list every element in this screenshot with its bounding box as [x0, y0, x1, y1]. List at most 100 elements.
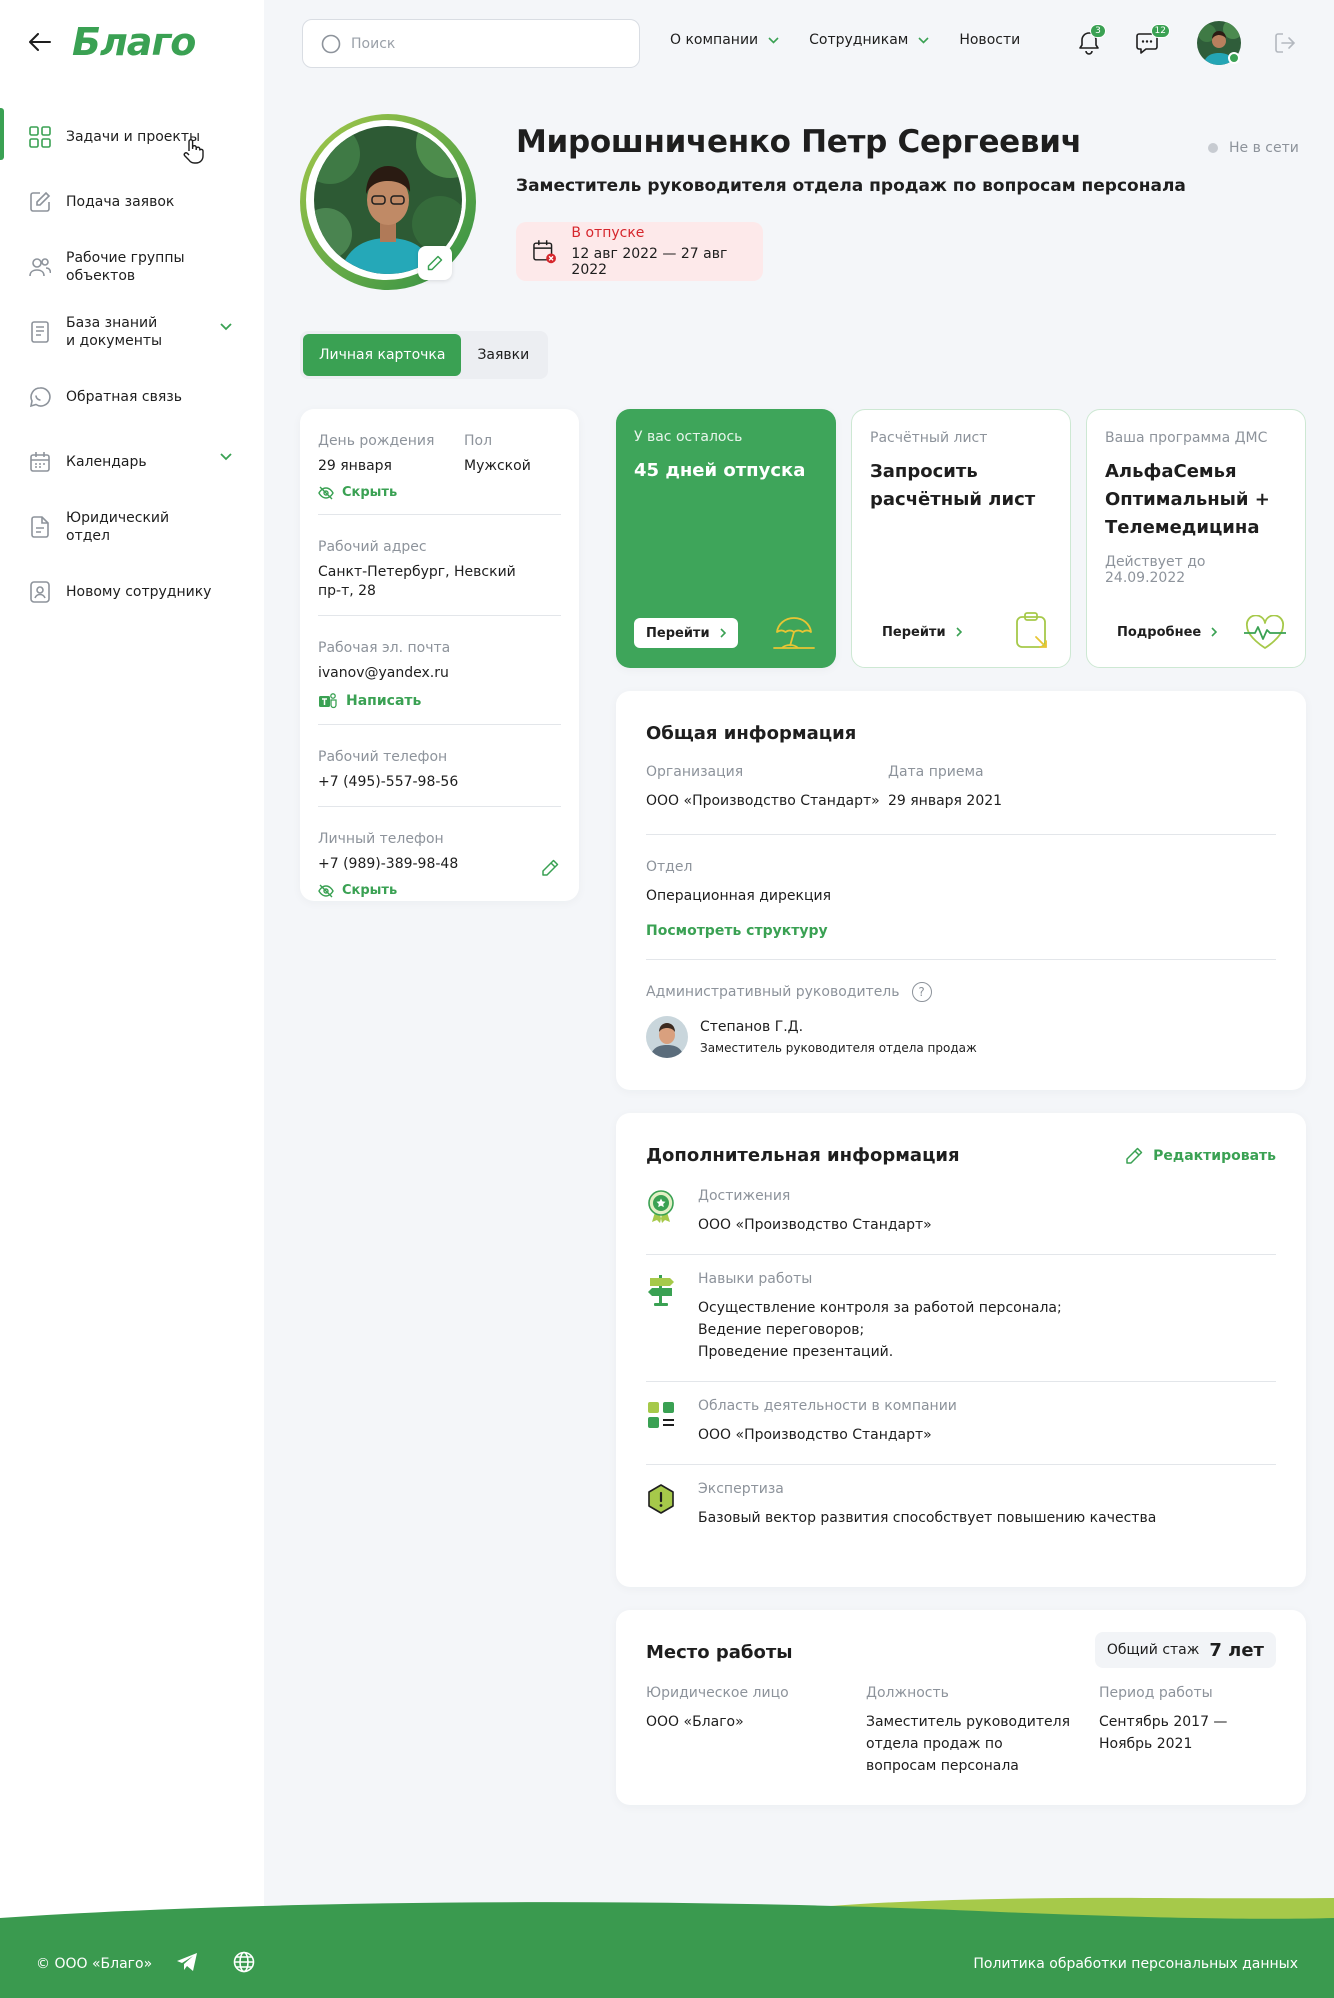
edit-note-icon [28, 190, 52, 214]
globe-icon[interactable] [233, 1951, 255, 1973]
contact-card: День рождения 29 января Скрыть Пол Мужск… [300, 409, 579, 901]
presence-status: Не в сети [1208, 140, 1299, 156]
nav-employees[interactable]: Сотрудникам [809, 32, 929, 48]
chevron-down-icon [768, 36, 779, 44]
chevron-right-icon [956, 627, 962, 637]
sidebar-item-knowledge-base[interactable]: База знаний и документы [0, 299, 264, 364]
hide-phone-link[interactable]: Скрыть [318, 883, 561, 898]
sidebar-item-tasks[interactable]: Задачи и проекты [0, 104, 264, 169]
search-input[interactable] [351, 35, 621, 52]
address-label: Рабочий адрес [318, 539, 427, 555]
tab-requests[interactable]: Заявки [461, 334, 545, 376]
nav-label: Новости [959, 32, 1021, 48]
messages-button[interactable]: 12 [1130, 24, 1170, 60]
workplace-section: Место работы Общий стаж 7 лет Юридическо… [616, 1610, 1306, 1805]
vacation-dates: 12 авг 2022 — 27 авг 2022 [571, 246, 728, 278]
sidebar-item-label: Календарь [66, 453, 147, 470]
row-label: Навыки работы [698, 1271, 813, 1287]
sidebar-item-work-groups[interactable]: Рабочие группы объектов [0, 234, 264, 299]
sidebar-item-legal[interactable]: Юридический отдел [0, 494, 264, 559]
address-row: Рабочий адрес Санкт-Петербург, Невский п… [318, 515, 561, 616]
hand-cursor-icon [183, 139, 204, 164]
hide-label: Скрыть [342, 883, 398, 898]
logout-button[interactable] [1268, 26, 1302, 60]
write-email-link[interactable]: Написать [318, 692, 561, 710]
legal-doc-icon [28, 515, 52, 539]
nav-about[interactable]: О компании [670, 32, 779, 48]
chevron-right-icon [720, 628, 726, 638]
work-phone-label: Рабочий телефон [318, 749, 448, 765]
online-indicator [1228, 52, 1240, 64]
signpost-icon [648, 1275, 674, 1306]
sidebar-item-requests[interactable]: Подача заявок [0, 169, 264, 234]
calendar-icon [28, 450, 52, 474]
role-value: Заместитель руководителя отдела продаж п… [866, 1714, 1071, 1774]
profile-tabs: Личная карточка Заявки [300, 331, 549, 379]
notifications-button[interactable]: 3 [1072, 24, 1106, 60]
teams-icon [319, 693, 337, 709]
entity-label: Юридическое лицо [646, 1685, 789, 1701]
experience-value: 7 лет [1209, 1639, 1264, 1661]
org-row: Организация ООО «Производство Стандарт» … [646, 764, 1276, 834]
details-button[interactable]: Подробнее [1105, 617, 1230, 647]
sidebar-item-label: Рабочие группы объектов [66, 249, 185, 284]
document-icon [28, 320, 52, 344]
manager-card[interactable]: Степанов Г.Д. Заместитель руководителя о… [646, 1016, 1276, 1058]
chevron-down-icon[interactable] [220, 323, 232, 331]
row-value: Базовый вектор развития способствует пов… [698, 1510, 1157, 1526]
manager-label: Административный руководитель [646, 984, 900, 1000]
edit-button[interactable]: Редактировать [1125, 1147, 1276, 1165]
go-button[interactable]: Перейти [870, 617, 974, 647]
status-dot [1208, 143, 1218, 153]
hire-date-value: 29 января 2021 [888, 793, 1003, 809]
nav-news[interactable]: Новости [959, 32, 1020, 48]
sidebar-item-new-employee[interactable]: Новому сотруднику [0, 559, 264, 624]
card-label: Ваша программа ДМС [1105, 430, 1268, 446]
dept-value: Операционная дирекция [646, 888, 831, 904]
sidebar-item-label: Юридический отдел [66, 509, 170, 544]
eye-off-icon [318, 884, 334, 897]
chevron-down-icon [918, 36, 929, 44]
experience-label: Общий стаж [1106, 1642, 1200, 1658]
hire-date-label: Дата приема [888, 764, 984, 780]
footer-copyright: © ООО «Благо» [36, 1956, 153, 1972]
achievements-row: Достижения ООО «Производство Стандарт» [646, 1172, 1276, 1255]
tab-personal-card[interactable]: Личная карточка [303, 334, 462, 376]
footer-wave [0, 1897, 1334, 1998]
heart-pulse-icon [1244, 615, 1286, 649]
go-button[interactable]: Перейти [634, 618, 738, 648]
period-value: Сентябрь 2017 — Ноябрь 2021 [1099, 1714, 1228, 1752]
logo[interactable]: Благо [72, 20, 196, 64]
manager-name: Степанов Г.Д. [700, 1019, 804, 1035]
edit-photo-button[interactable] [418, 246, 452, 280]
search-box[interactable] [302, 19, 640, 68]
skills-row: Навыки работы Осуществление контроля за … [646, 1255, 1276, 1382]
button-label: Перейти [646, 625, 710, 641]
sidebar-item-label: Подача заявок [66, 193, 175, 210]
view-structure-link[interactable]: Посмотреть структуру [646, 923, 1276, 939]
sidebar-item-calendar[interactable]: Календарь [0, 429, 264, 494]
calendar-alert-icon [533, 239, 556, 263]
gender-value: Мужской [464, 458, 531, 474]
hide-label: Скрыть [342, 485, 398, 500]
chevron-down-icon[interactable] [220, 453, 232, 461]
chat-icon [28, 385, 52, 409]
hide-birthday-link[interactable]: Скрыть [318, 485, 464, 500]
email-label: Рабочая эл. почта [318, 640, 451, 656]
shield-alert-icon [648, 1484, 674, 1514]
search-icon [321, 34, 341, 53]
help-icon[interactable]: ? [911, 982, 932, 1002]
telegram-icon[interactable] [176, 1952, 198, 1972]
beach-umbrella-icon [773, 617, 815, 649]
privacy-policy-link[interactable]: Политика обработки персональных данных [973, 1956, 1298, 1972]
status-text: Не в сети [1229, 140, 1299, 156]
pencil-icon[interactable] [541, 859, 559, 877]
birthday-row: День рождения 29 января Скрыть Пол Мужск… [318, 409, 561, 515]
manager-row: Административный руководитель ? Степанов… [646, 960, 1276, 1058]
org-label: Организация [646, 764, 744, 780]
back-button[interactable] [26, 28, 54, 56]
birthday-label: День рождения [318, 433, 435, 449]
role-label: Должность [866, 1685, 949, 1701]
sidebar-item-feedback[interactable]: Обратная связь [0, 364, 264, 429]
grid-icon [28, 125, 52, 149]
